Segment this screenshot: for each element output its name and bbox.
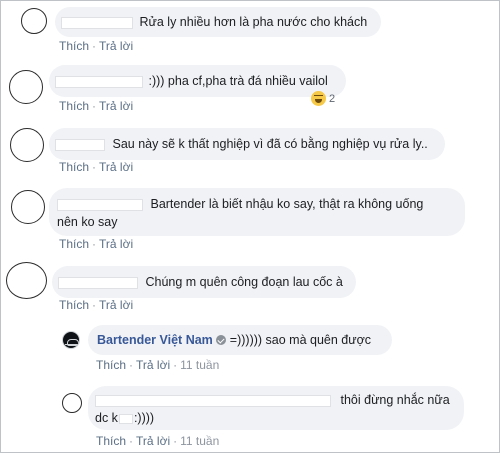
commenter-avatar[interactable] [11, 190, 45, 224]
comment-bubble: Rửa ly nhiều hơn là pha nước cho khách [55, 7, 381, 37]
reply-actions: Thích · Trả lời · 11 tuần [96, 434, 219, 448]
reply-text: :)))) [133, 411, 155, 425]
redacted-name [55, 75, 143, 88]
separator-dot: · [92, 99, 97, 113]
like-link[interactable]: Thích [59, 160, 89, 174]
reply-text: dc k [95, 411, 118, 425]
reply-link[interactable]: Trả lời [99, 160, 133, 174]
redacted-name [95, 394, 331, 407]
separator-dot: · [92, 237, 97, 251]
like-link[interactable]: Thích [59, 99, 89, 113]
comment-text-line2: nên ko say [57, 215, 118, 229]
like-link[interactable]: Thích [96, 358, 126, 372]
reply-bubble: Bartender Việt Nam =)))))) sao mà quên đư… [88, 325, 392, 355]
comment-bubble: :))) pha cf,pha trà đá nhiều vailol [49, 65, 346, 97]
comment-bubble: Sau này sẽ k thất nghiệp vì đã có bằng n… [49, 128, 445, 160]
redacted-name [61, 16, 133, 29]
comment-actions: Thích · Trả lời [59, 99, 133, 113]
reply-link[interactable]: Trả lời [99, 99, 133, 113]
reply-link[interactable]: Trả lời [99, 298, 133, 312]
redacted-name [58, 276, 138, 289]
verified-badge-icon [215, 335, 226, 345]
separator-dot: · [92, 298, 97, 312]
reply-timestamp[interactable]: 11 tuần [180, 434, 219, 448]
reply-text: thôi đừng nhắc nữa [340, 393, 450, 407]
reply-bubble: thôi đừng nhắc nữa dc k:)))) [88, 386, 464, 430]
separator-dot: · [129, 358, 134, 372]
like-link[interactable]: Thích [59, 237, 89, 251]
separator-dot: · [92, 39, 97, 53]
reply-link[interactable]: Trả lời [136, 358, 170, 372]
like-link[interactable]: Thích [59, 39, 89, 53]
redacted-name [55, 138, 105, 151]
comment-actions: Thích · Trả lời [59, 298, 133, 312]
commenter-avatar[interactable] [10, 128, 44, 162]
reply-author[interactable]: Bartender Việt Nam [97, 333, 213, 347]
reply-actions: Thích · Trả lời · 11 tuần [96, 358, 219, 372]
comment-actions: Thích · Trả lời [59, 160, 133, 174]
commenter-avatar[interactable] [6, 262, 47, 299]
reaction-count: 2 [329, 92, 336, 105]
like-link[interactable]: Thích [59, 298, 89, 312]
reply-link[interactable]: Trả lời [99, 237, 133, 251]
separator-dot: · [92, 160, 97, 174]
reply-link[interactable]: Trả lời [136, 434, 170, 448]
reply-timestamp[interactable]: 11 tuần [180, 358, 219, 372]
separator-dot: · [173, 358, 178, 372]
commenter-avatar[interactable] [21, 8, 47, 34]
reply-line: dc k:)))) [95, 409, 464, 427]
comment-text: :))) pha cf,pha trà đá nhiều vailol [148, 74, 328, 88]
redacted-text [118, 413, 133, 424]
reply-link[interactable]: Trả lời [99, 39, 133, 53]
comment-line: Bartender là biết nhậu ko say, thật ra k… [57, 195, 465, 213]
comment-text: Rửa ly nhiều hơn là pha nước cho khách [139, 15, 368, 29]
separator-dot: · [129, 434, 134, 448]
redacted-name [57, 198, 143, 211]
comment-text: Sau này sẽ k thất nghiệp vì đã có bằng n… [112, 137, 428, 151]
reply-text: =)))))) sao mà quên được [229, 333, 372, 347]
page-avatar[interactable] [62, 331, 80, 349]
separator-dot: · [173, 434, 178, 448]
reaction-summary[interactable]: 2 [311, 91, 335, 106]
reply-line: thôi đừng nhắc nữa [95, 391, 464, 409]
comment-bubble: Bartender là biết nhậu ko say, thật ra k… [49, 188, 465, 236]
comment-bubble: Chúng m quên công đoạn lau cốc à [52, 266, 356, 298]
comment-actions: Thích · Trả lời [59, 39, 133, 53]
comment-actions: Thích · Trả lời [59, 237, 133, 251]
comment-text: Chúng m quên công đoạn lau cốc à [145, 275, 343, 289]
comment-text: Bartender là biết nhậu ko say, thật ra k… [150, 197, 424, 211]
haha-emoji-icon [311, 91, 326, 106]
like-link[interactable]: Thích [96, 434, 126, 448]
replier-avatar[interactable] [62, 393, 82, 413]
commenter-avatar[interactable] [9, 70, 43, 104]
